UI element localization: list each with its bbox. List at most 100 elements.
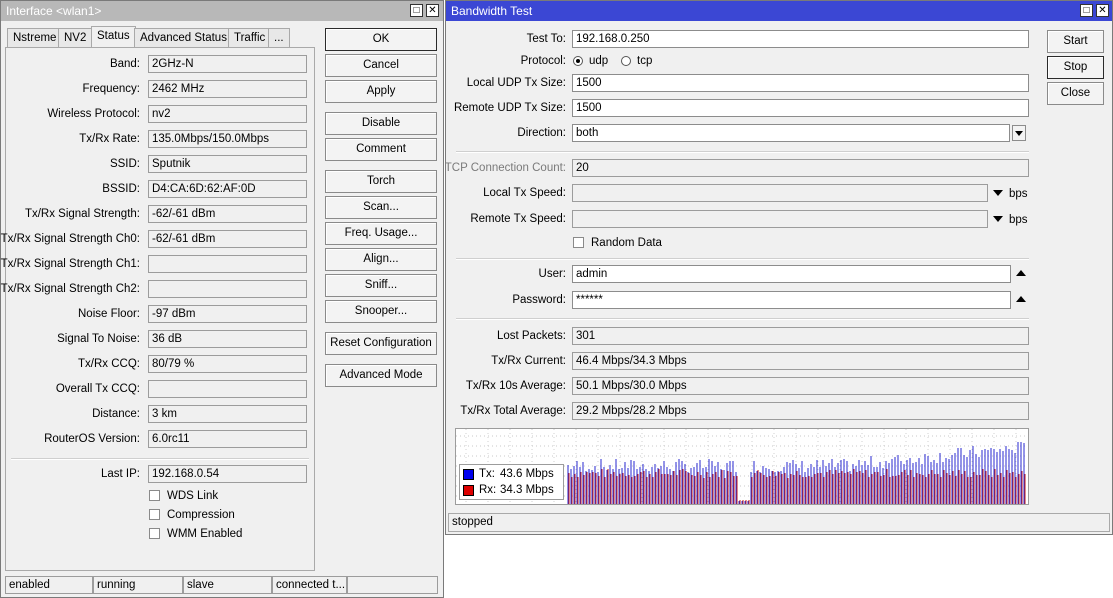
traffic-graph: Tx: 43.6 Mbps Rx: 34.3 Mbps xyxy=(455,428,1029,505)
maximize-icon[interactable]: □ xyxy=(1080,4,1093,17)
band-label: Band: xyxy=(109,58,140,70)
routeros-version-field: 6.0rc11 xyxy=(148,430,307,448)
wmm-enabled-checkbox[interactable] xyxy=(149,528,160,539)
tcp-label: tcp xyxy=(637,55,653,67)
cancel-button[interactable]: Cancel xyxy=(325,54,437,77)
bssid-field: D4:CA:6D:62:AF:0D xyxy=(148,180,307,198)
tx-legend-swatch xyxy=(463,469,474,480)
noise-floor-field: -97 dBm xyxy=(148,305,307,323)
frequency-field: 2462 MHz xyxy=(148,80,307,98)
local-udp-tx-size-input[interactable]: 1500 xyxy=(572,74,1029,92)
scan-button[interactable]: Scan... xyxy=(325,196,437,219)
tab-advanced-status[interactable]: Advanced Status xyxy=(134,28,233,47)
rx-legend-name: Rx: xyxy=(479,484,497,496)
local-tx-speed-unit: bps xyxy=(1009,188,1028,200)
advanced-mode-button[interactable]: Advanced Mode xyxy=(325,364,437,387)
comment-button[interactable]: Comment xyxy=(325,138,437,161)
udp-label: udp xyxy=(589,55,609,67)
tx-rx-total-average-label: Tx/Rx Total Average: xyxy=(460,405,566,417)
disable-button[interactable]: Disable xyxy=(325,112,437,135)
stop-button[interactable]: Stop xyxy=(1047,56,1104,79)
random-data-label: Random Data xyxy=(591,237,662,249)
close-button[interactable]: Close xyxy=(1047,82,1104,105)
noise-floor-label: Noise Floor: xyxy=(78,308,140,320)
graph-legend: Tx: 43.6 Mbps Rx: 34.3 Mbps xyxy=(459,464,564,500)
snooper-button[interactable]: Snooper... xyxy=(325,300,437,323)
wds-link-checkbox[interactable] xyxy=(149,490,160,501)
direction-select[interactable]: both xyxy=(572,124,1010,142)
tx-rx-10s-average-label: Tx/Rx 10s Average: xyxy=(465,380,566,392)
status-connected: connected t... xyxy=(272,576,347,594)
tcp-radio[interactable] xyxy=(621,56,631,66)
dropdown-arrow-icon[interactable] xyxy=(1012,125,1026,141)
divider xyxy=(11,458,309,460)
chevron-down-icon[interactable] xyxy=(993,190,1003,196)
align-button[interactable]: Align... xyxy=(325,248,437,271)
bandwidth-titlebar[interactable]: Bandwidth Test □ ✕ xyxy=(446,1,1112,21)
routeros-version-label: RouterOS Version: xyxy=(44,433,140,445)
status-empty xyxy=(347,576,438,594)
user-label: User: xyxy=(538,268,566,280)
lost-packets-field: 301 xyxy=(572,327,1029,345)
status-running: running xyxy=(93,576,183,594)
tx-rx-signal-strength-ch1-label: Tx/Rx Signal Strength Ch1: xyxy=(0,258,140,270)
divider xyxy=(456,258,1029,260)
user-input[interactable]: admin xyxy=(572,265,1011,283)
freq-usage-button[interactable]: Freq. Usage... xyxy=(325,222,437,245)
remote-tx-speed-label: Remote Tx Speed: xyxy=(470,213,566,225)
chevron-up-icon[interactable] xyxy=(1016,270,1026,276)
wireless-protocol-label: Wireless Protocol: xyxy=(47,108,140,120)
tx-rx-signal-strength-ch2-field xyxy=(148,280,307,298)
distance-label: Distance: xyxy=(92,408,140,420)
local-tx-speed-input[interactable] xyxy=(572,184,988,202)
tab-traffic[interactable]: Traffic xyxy=(228,28,272,47)
tx-legend-name: Tx: xyxy=(479,468,495,480)
overall-tx-ccq-field xyxy=(148,380,307,398)
tx-rx-signal-strength-label: Tx/Rx Signal Strength: xyxy=(24,208,140,220)
status-enabled: enabled xyxy=(5,576,93,594)
interface-titlebar[interactable]: Interface <wlan1> □ ✕ xyxy=(1,1,443,21)
test-to-input[interactable]: 192.168.0.250 xyxy=(572,30,1029,48)
tab-nstreme[interactable]: Nstreme xyxy=(7,28,63,47)
apply-button[interactable]: Apply xyxy=(325,80,437,103)
close-icon[interactable]: ✕ xyxy=(426,4,439,17)
udp-radio[interactable] xyxy=(573,56,583,66)
remote-udp-tx-size-input[interactable]: 1500 xyxy=(572,99,1029,117)
tx-rx-current-label: Tx/Rx Current: xyxy=(491,355,566,367)
signal-to-noise-label: Signal To Noise: xyxy=(57,333,140,345)
tab-status[interactable]: Status xyxy=(91,26,136,48)
local-tx-speed-label: Local Tx Speed: xyxy=(483,187,566,199)
close-icon[interactable]: ✕ xyxy=(1096,4,1109,17)
tx-rx-ccq-label: Tx/Rx CCQ: xyxy=(78,358,140,370)
tx-rx-rate-field: 135.0Mbps/150.0Mbps xyxy=(148,130,307,148)
start-button[interactable]: Start xyxy=(1047,30,1104,53)
last-ip-field: 192.168.0.54 xyxy=(148,465,307,483)
divider xyxy=(456,318,1029,320)
interface-window: Interface <wlan1> □ ✕ Nstreme NV2 Status… xyxy=(0,0,444,598)
password-label: Password: xyxy=(512,294,566,306)
tab-more[interactable]: ... xyxy=(268,28,290,47)
random-data-checkbox[interactable] xyxy=(573,237,584,248)
divider xyxy=(456,151,1029,153)
remote-tx-speed-input[interactable] xyxy=(572,210,988,228)
tx-rx-10s-average-field: 50.1 Mbps/30.0 Mbps xyxy=(572,377,1029,395)
tx-rx-signal-strength-ch0-field: -62/-61 dBm xyxy=(148,230,307,248)
protocol-label: Protocol: xyxy=(520,55,566,67)
password-input[interactable]: ****** xyxy=(572,291,1011,309)
last-ip-label: Last IP: xyxy=(101,468,140,480)
compression-checkbox[interactable] xyxy=(149,509,160,520)
status-text: stopped xyxy=(452,516,493,528)
chevron-down-icon[interactable] xyxy=(993,216,1003,222)
ok-button[interactable]: OK xyxy=(325,28,437,51)
torch-button[interactable]: Torch xyxy=(325,170,437,193)
maximize-icon[interactable]: □ xyxy=(410,4,423,17)
band-field: 2GHz-N xyxy=(148,55,307,73)
remote-udp-tx-size-label: Remote UDP Tx Size: xyxy=(453,102,566,114)
reset-configuration-button[interactable]: Reset Configuration xyxy=(325,332,437,355)
bssid-label: BSSID: xyxy=(102,183,140,195)
tx-rx-signal-strength-field: -62/-61 dBm xyxy=(148,205,307,223)
chevron-up-icon[interactable] xyxy=(1016,296,1026,302)
sniff-button[interactable]: Sniff... xyxy=(325,274,437,297)
tab-nv2[interactable]: NV2 xyxy=(58,28,93,47)
tcp-connection-count-label: TCP Connection Count: xyxy=(444,162,566,174)
